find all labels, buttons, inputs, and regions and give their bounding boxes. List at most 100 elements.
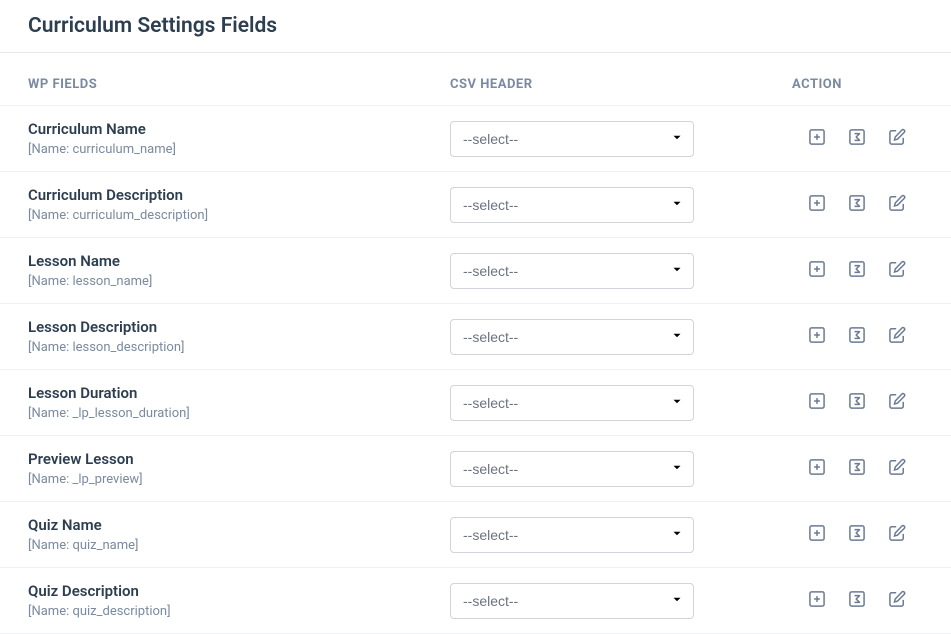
wp-field-name: [Name: _lp_lesson_duration]	[28, 406, 450, 421]
edit-button[interactable]	[886, 524, 908, 546]
table-header-row: WP FIELDS CSV HEADER ACTION	[0, 53, 951, 106]
csv-header-select[interactable]: --select--	[450, 187, 694, 223]
action-cell	[792, 590, 923, 612]
wp-field-cell: Preview Lesson [Name: _lp_preview]	[28, 450, 450, 487]
csv-header-select[interactable]: --select--	[450, 451, 694, 487]
formula-button[interactable]	[846, 458, 868, 480]
csv-header-select[interactable]: --select--	[450, 517, 694, 553]
csv-header-cell: --select--	[450, 385, 792, 421]
sigma-square-icon	[847, 127, 867, 150]
csv-header-cell: --select--	[450, 121, 792, 157]
csv-header-select[interactable]: --select--	[450, 121, 694, 157]
add-button[interactable]	[806, 260, 828, 282]
plus-square-icon	[807, 523, 827, 546]
add-button[interactable]	[806, 458, 828, 480]
formula-button[interactable]	[846, 194, 868, 216]
csv-header-select[interactable]: --select--	[450, 583, 694, 619]
wp-field-name: [Name: lesson_description]	[28, 340, 450, 355]
action-cell	[792, 326, 923, 348]
csv-select-wrap: --select--	[450, 187, 694, 223]
add-button[interactable]	[806, 128, 828, 150]
csv-header-cell: --select--	[450, 451, 792, 487]
action-buttons	[792, 326, 923, 348]
csv-select-wrap: --select--	[450, 517, 694, 553]
table-row: Quiz Name [Name: quiz_name] --select--	[0, 501, 951, 568]
table-row: Lesson Name [Name: lesson_name] --select…	[0, 237, 951, 304]
csv-header-cell: --select--	[450, 253, 792, 289]
edit-button[interactable]	[886, 590, 908, 612]
csv-select-wrap: --select--	[450, 583, 694, 619]
edit-button[interactable]	[886, 326, 908, 348]
add-button[interactable]	[806, 326, 828, 348]
sigma-square-icon	[847, 391, 867, 414]
column-header-wp-fields: WP FIELDS	[28, 77, 450, 92]
formula-button[interactable]	[846, 392, 868, 414]
csv-select-wrap: --select--	[450, 319, 694, 355]
sigma-square-icon	[847, 589, 867, 612]
edit-square-icon	[887, 193, 907, 216]
table-row: Curriculum Name [Name: curriculum_name] …	[0, 105, 951, 172]
csv-header-cell: --select--	[450, 319, 792, 355]
edit-button[interactable]	[886, 194, 908, 216]
wp-field-cell: Curriculum Name [Name: curriculum_name]	[28, 120, 450, 157]
action-buttons	[792, 458, 923, 480]
formula-button[interactable]	[846, 128, 868, 150]
table-row: Lesson Description [Name: lesson_descrip…	[0, 303, 951, 370]
action-cell	[792, 128, 923, 150]
sigma-square-icon	[847, 457, 867, 480]
wp-field-name: [Name: curriculum_name]	[28, 142, 450, 157]
action-buttons	[792, 590, 923, 612]
action-buttons	[792, 524, 923, 546]
action-buttons	[792, 194, 923, 216]
wp-field-cell: Lesson Name [Name: lesson_name]	[28, 252, 450, 289]
table-row: Curriculum Description [Name: curriculum…	[0, 171, 951, 238]
wp-field-name: [Name: lesson_name]	[28, 274, 450, 289]
edit-button[interactable]	[886, 128, 908, 150]
add-button[interactable]	[806, 524, 828, 546]
sigma-square-icon	[847, 325, 867, 348]
add-button[interactable]	[806, 392, 828, 414]
add-button[interactable]	[806, 590, 828, 612]
wp-field-cell: Curriculum Description [Name: curriculum…	[28, 186, 450, 223]
action-cell	[792, 524, 923, 546]
wp-field-name: [Name: quiz_name]	[28, 538, 450, 553]
formula-button[interactable]	[846, 524, 868, 546]
wp-field-cell: Quiz Name [Name: quiz_name]	[28, 516, 450, 553]
action-cell	[792, 392, 923, 414]
csv-header-select[interactable]: --select--	[450, 385, 694, 421]
edit-button[interactable]	[886, 458, 908, 480]
edit-button[interactable]	[886, 260, 908, 282]
edit-button[interactable]	[886, 392, 908, 414]
plus-square-icon	[807, 259, 827, 282]
action-cell	[792, 260, 923, 282]
wp-field-cell: Quiz Description [Name: quiz_description…	[28, 582, 450, 619]
edit-square-icon	[887, 127, 907, 150]
wp-field-cell: Lesson Duration [Name: _lp_lesson_durati…	[28, 384, 450, 421]
csv-header-select[interactable]: --select--	[450, 319, 694, 355]
sigma-square-icon	[847, 259, 867, 282]
csv-select-wrap: --select--	[450, 451, 694, 487]
add-button[interactable]	[806, 194, 828, 216]
action-cell	[792, 194, 923, 216]
column-header-action: ACTION	[792, 77, 923, 92]
csv-header-select[interactable]: --select--	[450, 253, 694, 289]
table-row: Quiz Description [Name: quiz_description…	[0, 567, 951, 634]
wp-field-cell: Lesson Description [Name: lesson_descrip…	[28, 318, 450, 355]
wp-field-label: Quiz Description	[28, 582, 450, 600]
action-buttons	[792, 392, 923, 414]
csv-select-wrap: --select--	[450, 385, 694, 421]
edit-square-icon	[887, 325, 907, 348]
csv-select-wrap: --select--	[450, 121, 694, 157]
settings-table: WP FIELDS CSV HEADER ACTION Curriculum N…	[0, 53, 951, 634]
wp-field-label: Lesson Duration	[28, 384, 450, 402]
action-cell	[792, 458, 923, 480]
plus-square-icon	[807, 193, 827, 216]
formula-button[interactable]	[846, 326, 868, 348]
wp-field-label: Preview Lesson	[28, 450, 450, 468]
wp-field-name: [Name: _lp_preview]	[28, 472, 450, 487]
csv-header-cell: --select--	[450, 187, 792, 223]
sigma-square-icon	[847, 193, 867, 216]
plus-square-icon	[807, 325, 827, 348]
formula-button[interactable]	[846, 590, 868, 612]
formula-button[interactable]	[846, 260, 868, 282]
